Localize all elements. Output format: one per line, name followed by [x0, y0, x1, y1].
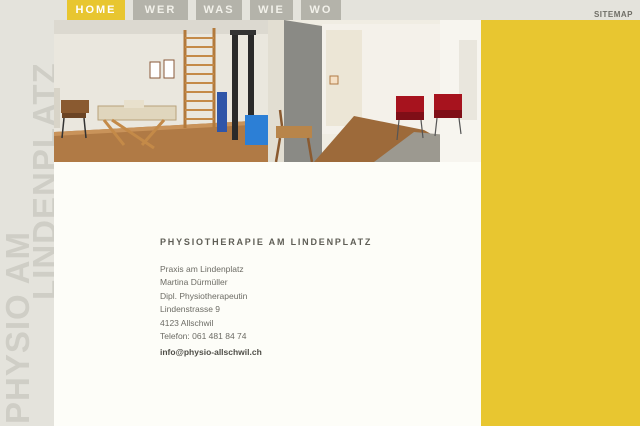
address-line: Telefon: 061 481 84 74: [160, 330, 247, 341]
nav-wo[interactable]: WO: [301, 0, 341, 20]
nav-wer[interactable]: WER: [133, 0, 188, 20]
sitemap-link[interactable]: SITEMAP: [594, 10, 633, 19]
address-line: 4123 Allschwil: [160, 317, 214, 328]
address-line: Dipl. Physiotherapeutin: [160, 290, 248, 301]
main-nav: HOME WER WAS WIE WO: [67, 0, 349, 20]
main-content: PHYSIOTHERAPIE AM LINDENPLATZ Praxis am …: [54, 162, 481, 426]
accent-panel: [481, 20, 640, 426]
vertical-logo: PHYSIO AM LINDENPLATZ: [0, 0, 54, 426]
header-photo: [54, 20, 481, 162]
nav-was[interactable]: WAS: [196, 0, 242, 20]
address-line: Lindenstrasse 9: [160, 304, 221, 315]
page-title: PHYSIOTHERAPIE AM LINDENPLATZ: [160, 237, 373, 247]
nav-home[interactable]: HOME: [67, 0, 125, 20]
logo-line-2: LINDENPLATZ: [26, 62, 54, 300]
email-link[interactable]: info@physio-allschwil.ch: [160, 347, 262, 357]
address-line: Praxis am Lindenplatz: [160, 264, 244, 274]
address-line: Martina Dürmüller: [160, 277, 228, 288]
address-block: Praxis am Lindenplatz Martina Dürmüller …: [160, 263, 247, 343]
nav-wie[interactable]: WIE: [250, 0, 293, 20]
